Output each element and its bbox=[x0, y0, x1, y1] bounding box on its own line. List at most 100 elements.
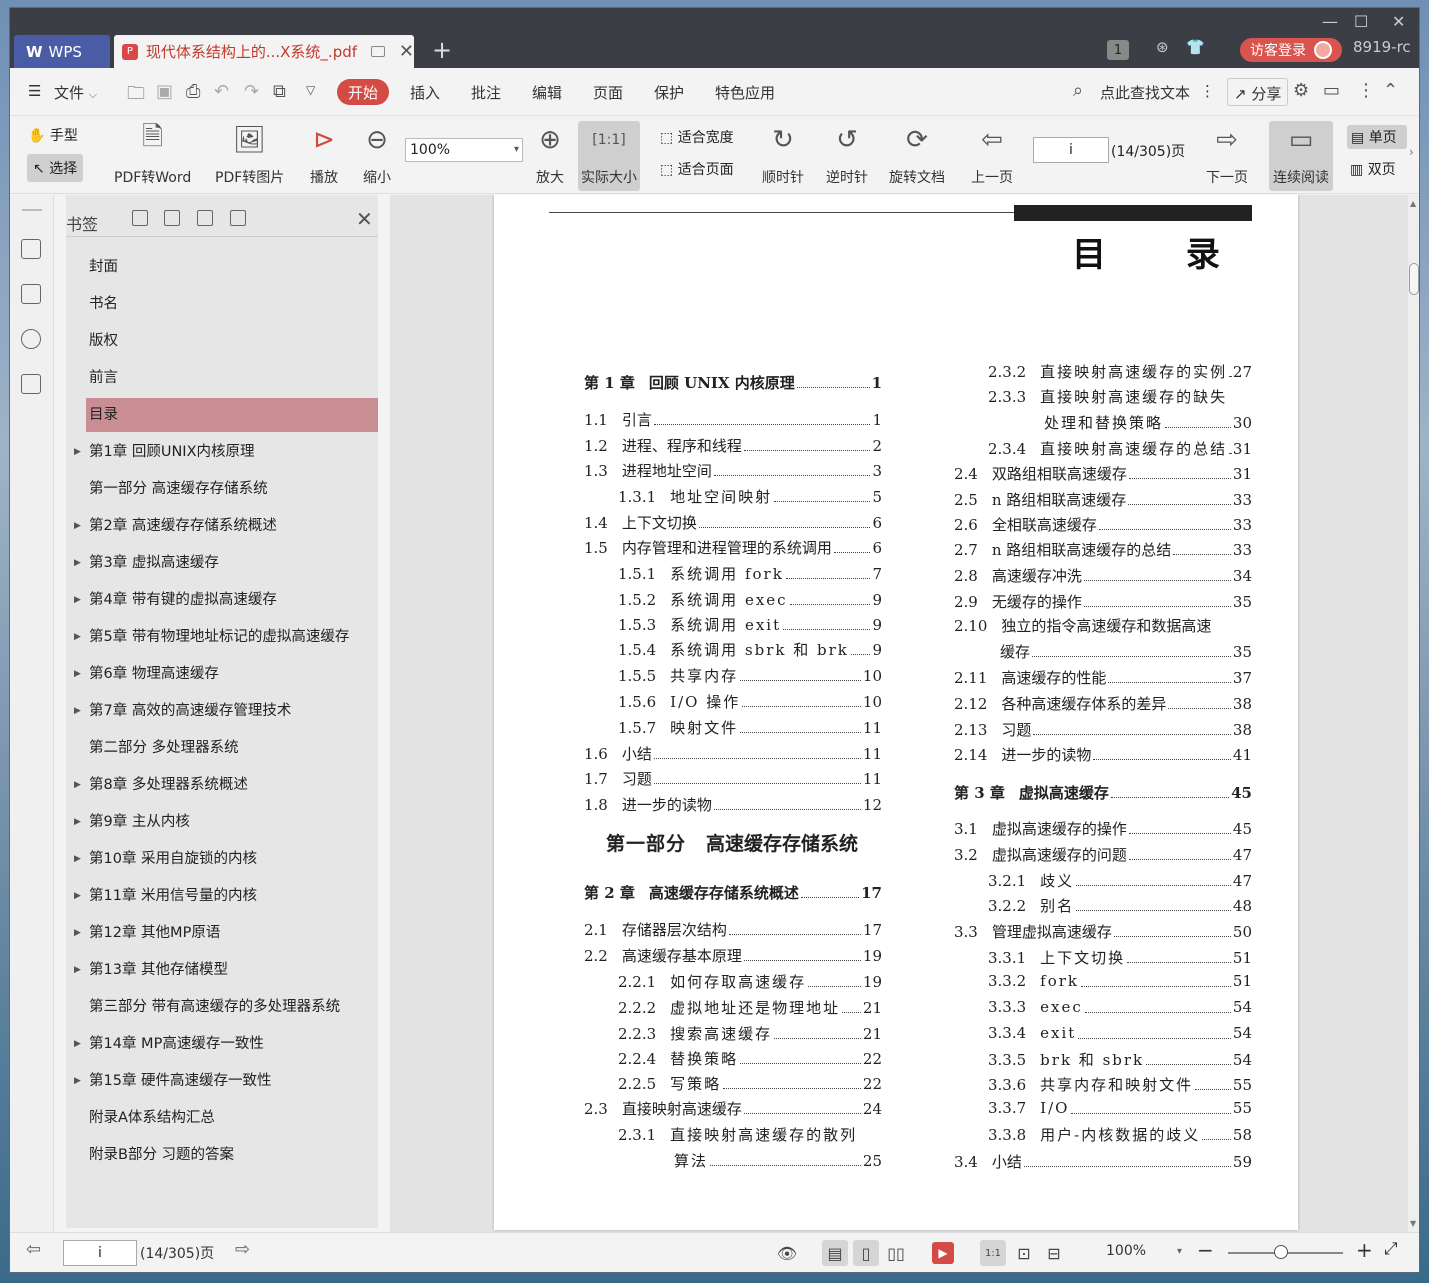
expand-arrow-icon[interactable]: ▶ bbox=[74, 916, 81, 950]
fit-width-button[interactable]: ⬚ 适合宽度 bbox=[660, 127, 734, 147]
toc-entry[interactable]: 1.3 进程地址空间 3 bbox=[584, 460, 882, 481]
toc-entry[interactable]: 2.3.2 直接映射高速缓存的实例 27 bbox=[988, 361, 1252, 382]
guest-login-button[interactable]: 访客登录 bbox=[1240, 38, 1342, 62]
zoom-select[interactable]: 100% ▾ bbox=[405, 138, 523, 162]
toc-entry[interactable]: 处理和替换策略 30 bbox=[1044, 412, 1252, 433]
expand-arrow-icon[interactable]: ▶ bbox=[74, 509, 81, 543]
bookmark-item[interactable]: 封面 bbox=[86, 250, 378, 284]
bookmark-panel-icon[interactable] bbox=[21, 239, 41, 259]
maximize-icon[interactable]: ☐ bbox=[1354, 12, 1368, 31]
expand-arrow-icon[interactable]: ▶ bbox=[74, 953, 81, 987]
toc-chapter-entry[interactable]: 第 2 章高速缓存存储系统概述 17 bbox=[584, 882, 882, 903]
window-count-badge[interactable]: 1 bbox=[1107, 40, 1129, 60]
toc-entry[interactable]: 3.4 小结 59 bbox=[954, 1151, 1252, 1172]
expand-arrow-icon[interactable]: ▶ bbox=[74, 768, 81, 802]
redo-icon[interactable]: ↷ bbox=[244, 81, 259, 102]
toc-part-title[interactable]: 第一部分 高速缓存存储系统 bbox=[606, 829, 882, 856]
status-zoom-value[interactable]: 100% bbox=[1106, 1243, 1146, 1259]
toc-entry[interactable]: 3.3 管理虚拟高速缓存 50 bbox=[954, 921, 1252, 942]
zoom-slider[interactable] bbox=[1228, 1245, 1343, 1259]
tab-protect[interactable]: 保护 bbox=[654, 82, 684, 103]
scrollbar-thumb[interactable] bbox=[1409, 263, 1419, 295]
fullscreen-icon[interactable]: ⤢ bbox=[1384, 1239, 1398, 1259]
comment-icon[interactable]: ▭ bbox=[1323, 80, 1340, 101]
pdf-to-image-button[interactable]: 🖼 PDF转图片 bbox=[215, 123, 284, 187]
toc-entry[interactable]: 3.3.6 共享内存和映射文件 55 bbox=[988, 1074, 1252, 1095]
expand-arrow-icon[interactable]: ▶ bbox=[74, 694, 81, 728]
expand-arrow-icon[interactable]: ▶ bbox=[74, 546, 81, 580]
continuous-view-icon[interactable]: ▤ bbox=[822, 1240, 848, 1266]
toc-entry[interactable]: 2.6 全相联高速缓存 33 bbox=[954, 514, 1252, 535]
bookmark-item[interactable]: ▶ 第7章 高效的高速缓存管理技术 bbox=[74, 694, 378, 728]
scroll-down-icon[interactable]: ▼ bbox=[1410, 1219, 1416, 1228]
toc-entry[interactable]: 2.11 高速缓存的性能 37 bbox=[954, 667, 1252, 688]
bookmark-item[interactable]: ▶ 第13章 其他存储模型 bbox=[74, 953, 378, 987]
expand-arrow-icon[interactable]: ▶ bbox=[74, 583, 81, 617]
expand-all-icon[interactable] bbox=[132, 210, 148, 226]
toc-entry[interactable]: 2.14 进一步的读物 41 bbox=[954, 744, 1252, 765]
thumbnail-panel-icon[interactable] bbox=[21, 284, 41, 304]
more-vertical-icon[interactable]: ⋮ bbox=[1200, 82, 1215, 100]
play-slideshow-icon[interactable]: ▶ bbox=[932, 1242, 954, 1264]
page-number-input[interactable]: i bbox=[1033, 137, 1109, 163]
undo-icon[interactable]: ↶ bbox=[214, 81, 229, 102]
rotate-document-button[interactable]: ⟳ 旋转文档 bbox=[889, 123, 945, 187]
bookmark-item[interactable]: ▶ 第2章 高速缓存存储系统概述 bbox=[74, 509, 378, 543]
status-zoom-in-icon[interactable]: + bbox=[1356, 1238, 1373, 1262]
tab-start[interactable]: 开始 bbox=[337, 79, 389, 105]
zoom-slider-knob[interactable] bbox=[1274, 1245, 1288, 1259]
hamburger-icon[interactable]: ☰ bbox=[28, 82, 41, 100]
toc-entry[interactable]: 1.5.7 映射文件 11 bbox=[618, 717, 882, 738]
expand-arrow-icon[interactable]: ▶ bbox=[74, 805, 81, 839]
bookmark-item[interactable]: 目录 bbox=[86, 398, 378, 432]
toc-entry[interactable]: 3.2 虚拟高速缓存的问题 47 bbox=[954, 844, 1252, 865]
rotate-counterclockwise-button[interactable]: ↺ 逆时针 bbox=[826, 123, 868, 187]
bookmark-item[interactable]: ▶ 第3章 虚拟高速缓存 bbox=[74, 546, 378, 580]
bookmark-item[interactable]: 前言 bbox=[86, 361, 378, 395]
toc-entry[interactable]: 3.1 虚拟高速缓存的操作 45 bbox=[954, 818, 1252, 839]
tab-annotate[interactable]: 批注 bbox=[471, 82, 501, 103]
status-prev-page-icon[interactable]: ⇦ bbox=[26, 1239, 41, 1260]
toc-entry[interactable]: 1.5 内存管理和进程管理的系统调用 6 bbox=[584, 537, 882, 558]
status-next-page-icon[interactable]: ⇨ bbox=[235, 1239, 250, 1260]
collapse-ribbon-icon[interactable]: ⌃ bbox=[1383, 80, 1398, 101]
select-tool[interactable]: ↖ 选择 bbox=[27, 154, 84, 182]
toc-entry[interactable]: 2.3 直接映射高速缓存 24 bbox=[584, 1098, 882, 1119]
toc-entry[interactable]: 2.3.1 直接映射高速缓存的散列 bbox=[618, 1124, 882, 1145]
rotate-clockwise-button[interactable]: ↻ 顺时针 bbox=[762, 123, 804, 187]
toc-entry[interactable]: 算法 25 bbox=[674, 1150, 882, 1171]
toc-entry[interactable]: 1.5.4 系统调用 sbrk 和 brk 9 bbox=[618, 639, 882, 660]
bookmark-item[interactable]: 第三部分 带有高速缓存的多处理器系统 bbox=[86, 990, 378, 1024]
toc-entry[interactable]: 1.5.6 I/O 操作 10 bbox=[618, 691, 882, 712]
export-image-icon[interactable]: ⧉ bbox=[273, 81, 286, 102]
double-view-icon[interactable]: ▯▯ bbox=[883, 1240, 909, 1266]
toc-entry[interactable]: 1.5.3 系统调用 exit 9 bbox=[618, 614, 882, 635]
find-text-button[interactable]: 点此查找文本 bbox=[1100, 82, 1190, 103]
fit-page-status-icon[interactable]: ⊡ bbox=[1011, 1240, 1037, 1266]
more-dropdown-icon[interactable]: ▽ bbox=[306, 83, 315, 97]
bookmark-item[interactable]: 附录A体系结构汇总 bbox=[86, 1101, 378, 1135]
shirt-icon[interactable]: 👕 bbox=[1186, 38, 1205, 56]
toc-entry[interactable]: 3.2.1 歧义 47 bbox=[988, 870, 1252, 891]
toc-entry[interactable]: 2.12 各种高速缓存体系的差异 38 bbox=[954, 693, 1252, 714]
toc-entry[interactable]: 3.3.3 exec 54 bbox=[988, 998, 1252, 1016]
bookmark-item[interactable]: ▶ 第10章 采用自旋锁的内核 bbox=[74, 842, 378, 876]
toc-entry[interactable]: 2.3.4 直接映射高速缓存的总结 31 bbox=[988, 438, 1252, 459]
prev-page-button[interactable]: ⇦ 上一页 bbox=[971, 123, 1013, 187]
pdf-to-word-button[interactable]: 🗎 PDF转Word bbox=[114, 122, 191, 187]
toc-entry[interactable]: 1.5.5 共享内存 10 bbox=[618, 665, 882, 686]
zoom-out-button[interactable]: ⊖ 缩小 bbox=[363, 123, 391, 187]
search-icon[interactable]: ⌕ bbox=[1073, 80, 1083, 101]
settings-icon[interactable]: ⚙ bbox=[1293, 80, 1309, 101]
toc-entry[interactable]: 1.1 引言 1 bbox=[584, 409, 882, 430]
tab-edit[interactable]: 编辑 bbox=[532, 82, 562, 103]
expand-arrow-icon[interactable]: ▶ bbox=[74, 620, 81, 654]
toc-entry[interactable]: 2.10 独立的指令高速缓存和数据高速 bbox=[954, 615, 1252, 636]
toc-entry[interactable]: 2.5 n 路组相联高速缓存 33 bbox=[954, 489, 1252, 510]
close-panel-icon[interactable]: ✕ bbox=[356, 207, 373, 231]
toc-entry[interactable]: 2.2.1 如何存取高速缓存 19 bbox=[618, 971, 882, 992]
bookmark-settings-icon[interactable] bbox=[230, 210, 246, 226]
tab-insert[interactable]: 插入 bbox=[410, 82, 440, 103]
export-panel-icon[interactable] bbox=[21, 374, 41, 394]
expand-arrow-icon[interactable]: ▶ bbox=[74, 657, 81, 691]
